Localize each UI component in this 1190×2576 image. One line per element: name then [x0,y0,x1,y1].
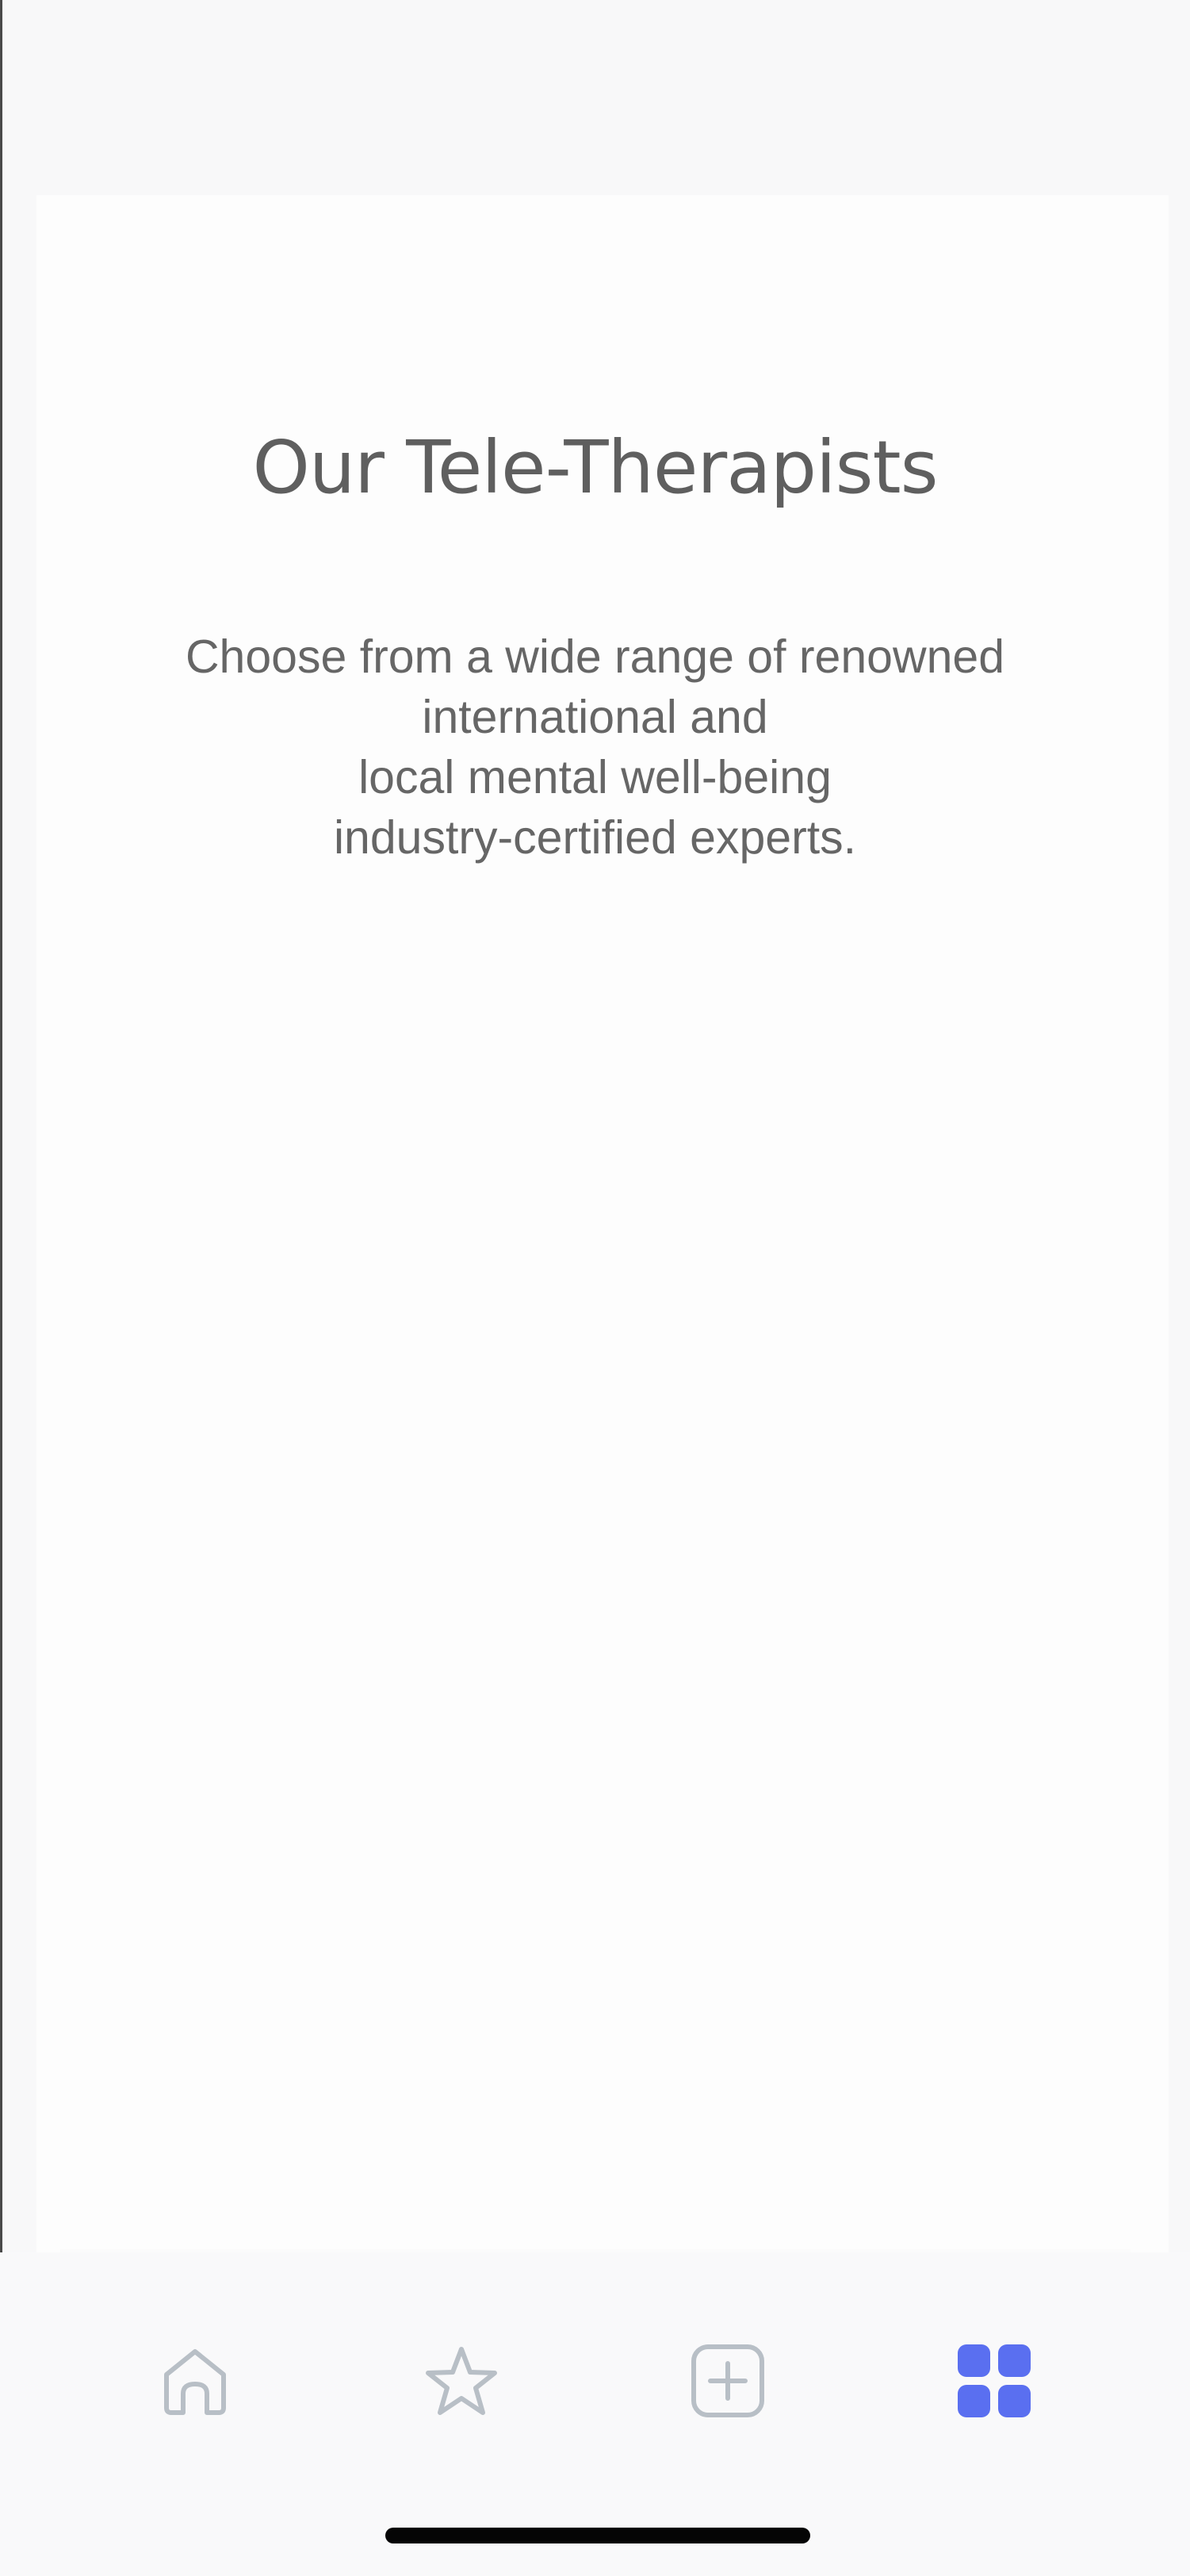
status-bar-area [2,0,1190,195]
nav-add-button[interactable] [688,2341,767,2421]
subtitle-line: international and [422,691,768,743]
page-subtitle: Choose from a wide range of renowned int… [0,627,1190,868]
subtitle-line: local mental well-being [358,751,832,803]
plus-square-icon [691,2344,764,2417]
subtitle-line: industry-certified experts. [333,811,857,864]
home-icon [164,2349,226,2415]
nav-home-button[interactable] [155,2341,235,2421]
subtitle-line: Choose from a wide range of renowned [185,631,1005,683]
nav-favorites-button[interactable] [422,2341,501,2421]
nav-menu-button[interactable] [955,2341,1034,2421]
page-title: Our Tele-Therapists [252,424,938,510]
star-icon [426,2347,497,2415]
home-indicator-bar[interactable] [385,2528,810,2543]
grid-icon [958,2344,1031,2417]
left-screen-edge [0,0,2,2576]
